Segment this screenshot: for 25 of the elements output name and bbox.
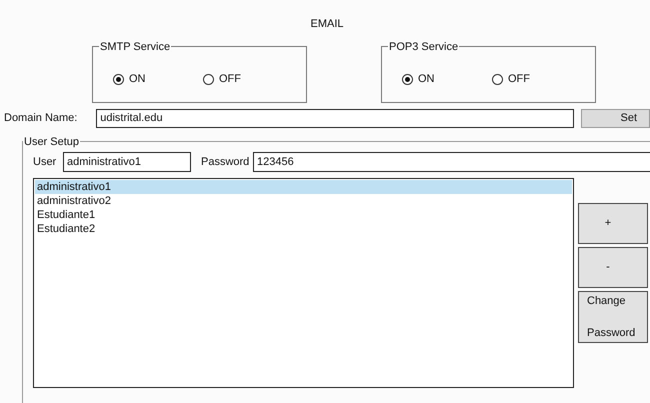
list-item[interactable]: administrativo2 [35,194,572,208]
change-password-button[interactable]: Change Password [578,291,648,343]
list-item[interactable]: Estudiante2 [35,222,572,236]
radio-circle[interactable] [402,74,413,85]
field-label: Password [201,154,250,170]
radio-circle[interactable] [113,74,124,85]
group-legend: SMTP Service [99,38,172,55]
radio-option[interactable]: OFF [492,71,572,88]
user-list[interactable]: administrativo1 administrativo2 Estudiante1 Estudiante2 [33,178,574,388]
radio-option[interactable]: ON [113,71,193,88]
password-field[interactable]: 123456 [253,152,650,172]
window-title: EMAIL [310,17,344,32]
user-field[interactable]: administrativo1 [63,152,191,172]
group-legend: User Setup [23,134,80,150]
field-label: User [33,154,58,170]
field-label: Domain Name: [4,110,78,126]
list-item[interactable]: administrativo1 [35,180,572,194]
domain-field[interactable]: udistrital.edu [96,108,574,128]
list-item[interactable]: Estudiante1 [35,208,572,222]
radio-option[interactable]: ON [402,71,482,88]
set-button[interactable]: Set [581,108,650,128]
remove-button[interactable]: - [578,247,648,288]
radio-option[interactable]: OFF [203,71,283,88]
add-button[interactable]: + [578,203,648,244]
group-legend: POP3 Service [388,38,460,55]
